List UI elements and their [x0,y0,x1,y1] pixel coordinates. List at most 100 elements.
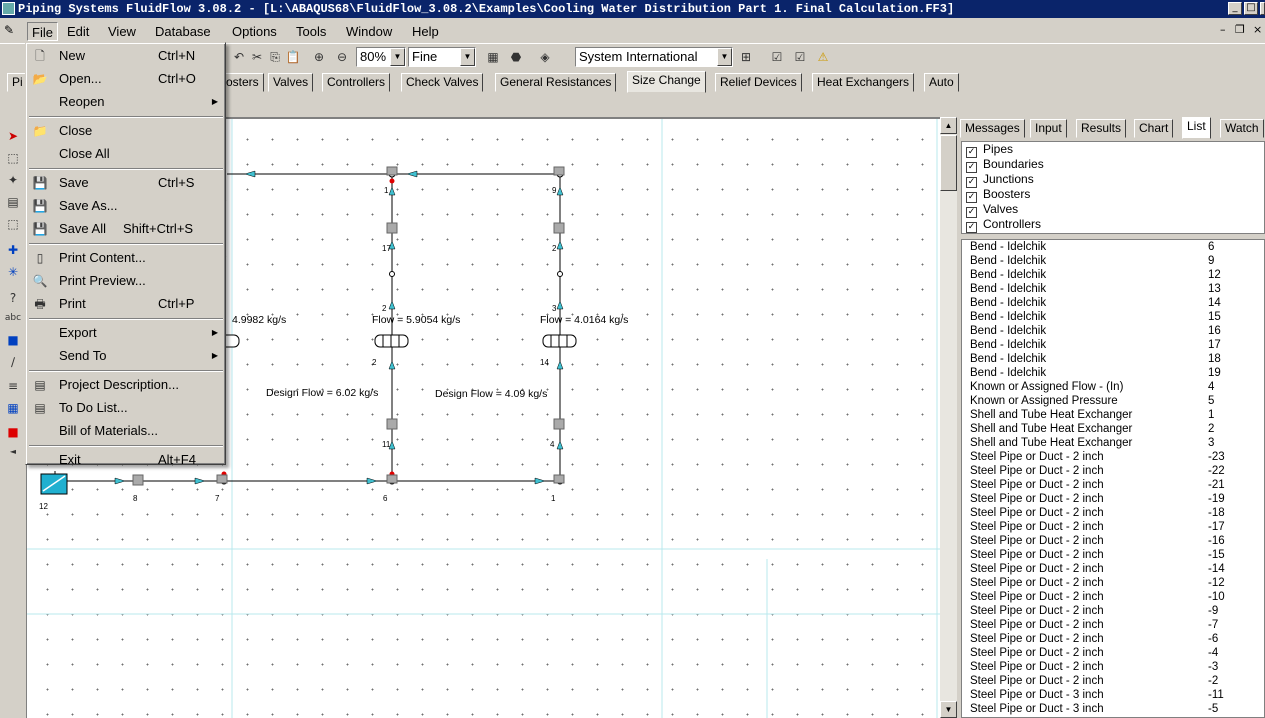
layout-icon[interactable]: ⊞ [737,48,755,66]
filter-pipes[interactable]: ✓ Pipes [962,142,1264,158]
file-menu-item-bill-of-materials[interactable]: Bill of Materials... [28,420,224,442]
menu-tools[interactable]: Tools [292,22,330,41]
tab-general-resistances[interactable]: General Resistances [495,73,617,92]
file-menu-item-print-preview[interactable]: 🔍 Print Preview... [28,270,224,292]
list-item[interactable]: Bend - Idelchik 15 [962,310,1264,324]
file-menu-item-to-do-list[interactable]: ▤ To Do List... [28,397,224,419]
file-menu-item-send-to[interactable]: Send To ▶ [28,345,224,367]
paste-icon[interactable]: 📋 [284,48,302,66]
scroll-thumb[interactable] [940,135,957,191]
list-item[interactable]: Steel Pipe or Duct - 2 inch -4 [962,646,1264,660]
document-icon[interactable]: ✎ [4,23,20,39]
filter-boosters[interactable]: ✓ Boosters [962,187,1264,203]
text-box-icon[interactable]: ▤ [3,192,23,212]
warning-icon[interactable]: ⚠ [814,48,832,66]
list-item[interactable]: Steel Pipe or Duct - 2 inch -12 [962,576,1264,590]
tab-controllers[interactable]: Controllers [322,73,391,92]
tab-input[interactable]: Input [1030,119,1067,138]
menu-file[interactable]: File [27,22,58,41]
tab-boosters[interactable]: osters [222,73,264,92]
crosshair-icon[interactable]: ✚ [3,240,23,260]
calculator-icon[interactable]: ▦ [484,48,502,66]
list-item[interactable]: Steel Pipe or Duct - 2 inch -18 [962,506,1264,520]
list-item[interactable]: Steel Pipe or Duct - 2 inch -9 [962,604,1264,618]
mdi-restore-button[interactable]: ❐ [1235,23,1245,36]
filter-valves[interactable]: ✓ Valves [962,202,1264,218]
menu-options[interactable]: Options [228,22,281,41]
list-item[interactable]: Shell and Tube Heat Exchanger 2 [962,422,1264,436]
list-item[interactable]: Bend - Idelchik 12 [962,268,1264,282]
cut-icon[interactable]: ✂ [248,48,266,66]
zoom-out-icon[interactable]: ⊖ [333,48,351,66]
list-item[interactable]: Steel Pipe or Duct - 2 inch -3 [962,660,1264,674]
menu-view[interactable]: View [104,22,140,41]
filter-boundaries[interactable]: ✓ Boundaries [962,157,1264,173]
canvas-vertical-scrollbar[interactable]: ▲ ▼ [940,117,957,718]
scroll-down-icon[interactable]: ▼ [940,701,957,718]
line-weight-icon[interactable]: ≡ [3,376,23,396]
tab-size-change[interactable]: Size Change [627,71,706,93]
list-item[interactable]: Steel Pipe or Duct - 2 inch -14 [962,562,1264,576]
list-item[interactable]: Bend - Idelchik 13 [962,282,1264,296]
file-menu-item-new[interactable]: 🗋 New Ctrl+N [28,45,224,67]
checkbox-controllers[interactable]: ✓ [966,222,977,233]
close-window-button[interactable] [1260,2,1265,15]
list-item[interactable]: Steel Pipe or Duct - 2 inch -21 [962,478,1264,492]
list-item[interactable]: Shell and Tube Heat Exchanger 3 [962,436,1264,450]
line-icon[interactable]: ∕ [3,352,23,372]
list-item[interactable]: Steel Pipe or Duct - 2 inch -22 [962,464,1264,478]
tab-watch[interactable]: Watch [1220,119,1264,138]
menu-edit[interactable]: Edit [63,22,93,41]
list-item[interactable]: Bend - Idelchik 6 [962,240,1264,254]
tab-heat-exchangers[interactable]: Heat Exchangers [812,73,915,92]
units-select[interactable]: System International ▼ [575,47,733,67]
list-item[interactable]: Steel Pipe or Duct - 2 inch -7 [962,618,1264,632]
minimize-button[interactable]: _ [1228,2,1242,15]
mdi-minimize-button[interactable]: – [1220,23,1226,36]
tab-results[interactable]: Results [1076,119,1127,138]
tab-list[interactable]: List [1182,117,1211,139]
tab-messages[interactable]: Messages [960,119,1025,138]
list-item[interactable]: Steel Pipe or Duct - 2 inch -15 [962,548,1264,562]
filter-junctions[interactable]: ✓ Junctions [962,172,1264,188]
file-menu-item-exit[interactable]: Exit Alt+F4 [28,449,224,471]
file-menu-item-print-content[interactable]: ▯ Print Content... [28,247,224,269]
label-icon[interactable]: abc [3,308,23,328]
checklist-icon[interactable]: ☑ [768,48,786,66]
list-item[interactable]: Steel Pipe or Duct - 3 inch -11 [962,688,1264,702]
list-item[interactable]: Bend - Idelchik 17 [962,338,1264,352]
list-item[interactable]: Steel Pipe or Duct - 2 inch -16 [962,534,1264,548]
menu-database[interactable]: Database [151,22,215,41]
file-menu-item-close[interactable]: 📁 Close [28,120,224,142]
list-item[interactable]: Bend - Idelchik 16 [962,324,1264,338]
list-item[interactable]: Steel Pipe or Duct - 2 inch -2 [962,674,1264,688]
file-menu-item-print[interactable]: 🖶 Print Ctrl+P [28,293,224,315]
menu-help[interactable]: Help [408,22,443,41]
scroll-left-icon[interactable]: ◄ [3,442,23,462]
list-item[interactable]: Steel Pipe or Duct - 2 inch -10 [962,590,1264,604]
snap-icon[interactable]: ✳ [3,262,23,282]
copy-icon[interactable]: ⎘ [266,48,284,66]
check-icon[interactable]: ☑ [791,48,809,66]
database-icon[interactable]: ◈ [536,48,554,66]
list-item[interactable]: Bend - Idelchik 19 [962,366,1264,380]
scroll-up-icon[interactable]: ▲ [940,117,957,134]
undo-icon[interactable]: ↶ [230,48,248,66]
list-item[interactable]: Bend - Idelchik 14 [962,296,1264,310]
number-icon[interactable]: ■ [3,330,23,350]
file-menu-item-reopen[interactable]: Reopen ▶ [28,91,224,113]
marquee-select-icon[interactable]: ⬚ [3,148,23,168]
menu-window[interactable]: Window [342,22,396,41]
file-menu-item-save-as[interactable]: 💾 Save As... [28,195,224,217]
filter-controllers[interactable]: ✓ Controllers [962,217,1264,233]
file-menu-item-save[interactable]: 💾 Save Ctrl+S [28,172,224,194]
list-item[interactable]: Shell and Tube Heat Exchanger 1 [962,408,1264,422]
mdi-close-button[interactable]: × [1253,23,1262,36]
list-item[interactable]: Known or Assigned Flow - (In) 4 [962,380,1264,394]
tab-relief-devices[interactable]: Relief Devices [715,73,802,92]
help-icon[interactable]: ? [3,288,23,308]
maximize-button[interactable]: □ [1244,2,1258,15]
list-item[interactable]: Known or Assigned Pressure 5 [962,394,1264,408]
file-menu-item-project-description[interactable]: ▤ Project Description... [28,374,224,396]
list-item[interactable]: Steel Pipe or Duct - 2 inch -17 [962,520,1264,534]
